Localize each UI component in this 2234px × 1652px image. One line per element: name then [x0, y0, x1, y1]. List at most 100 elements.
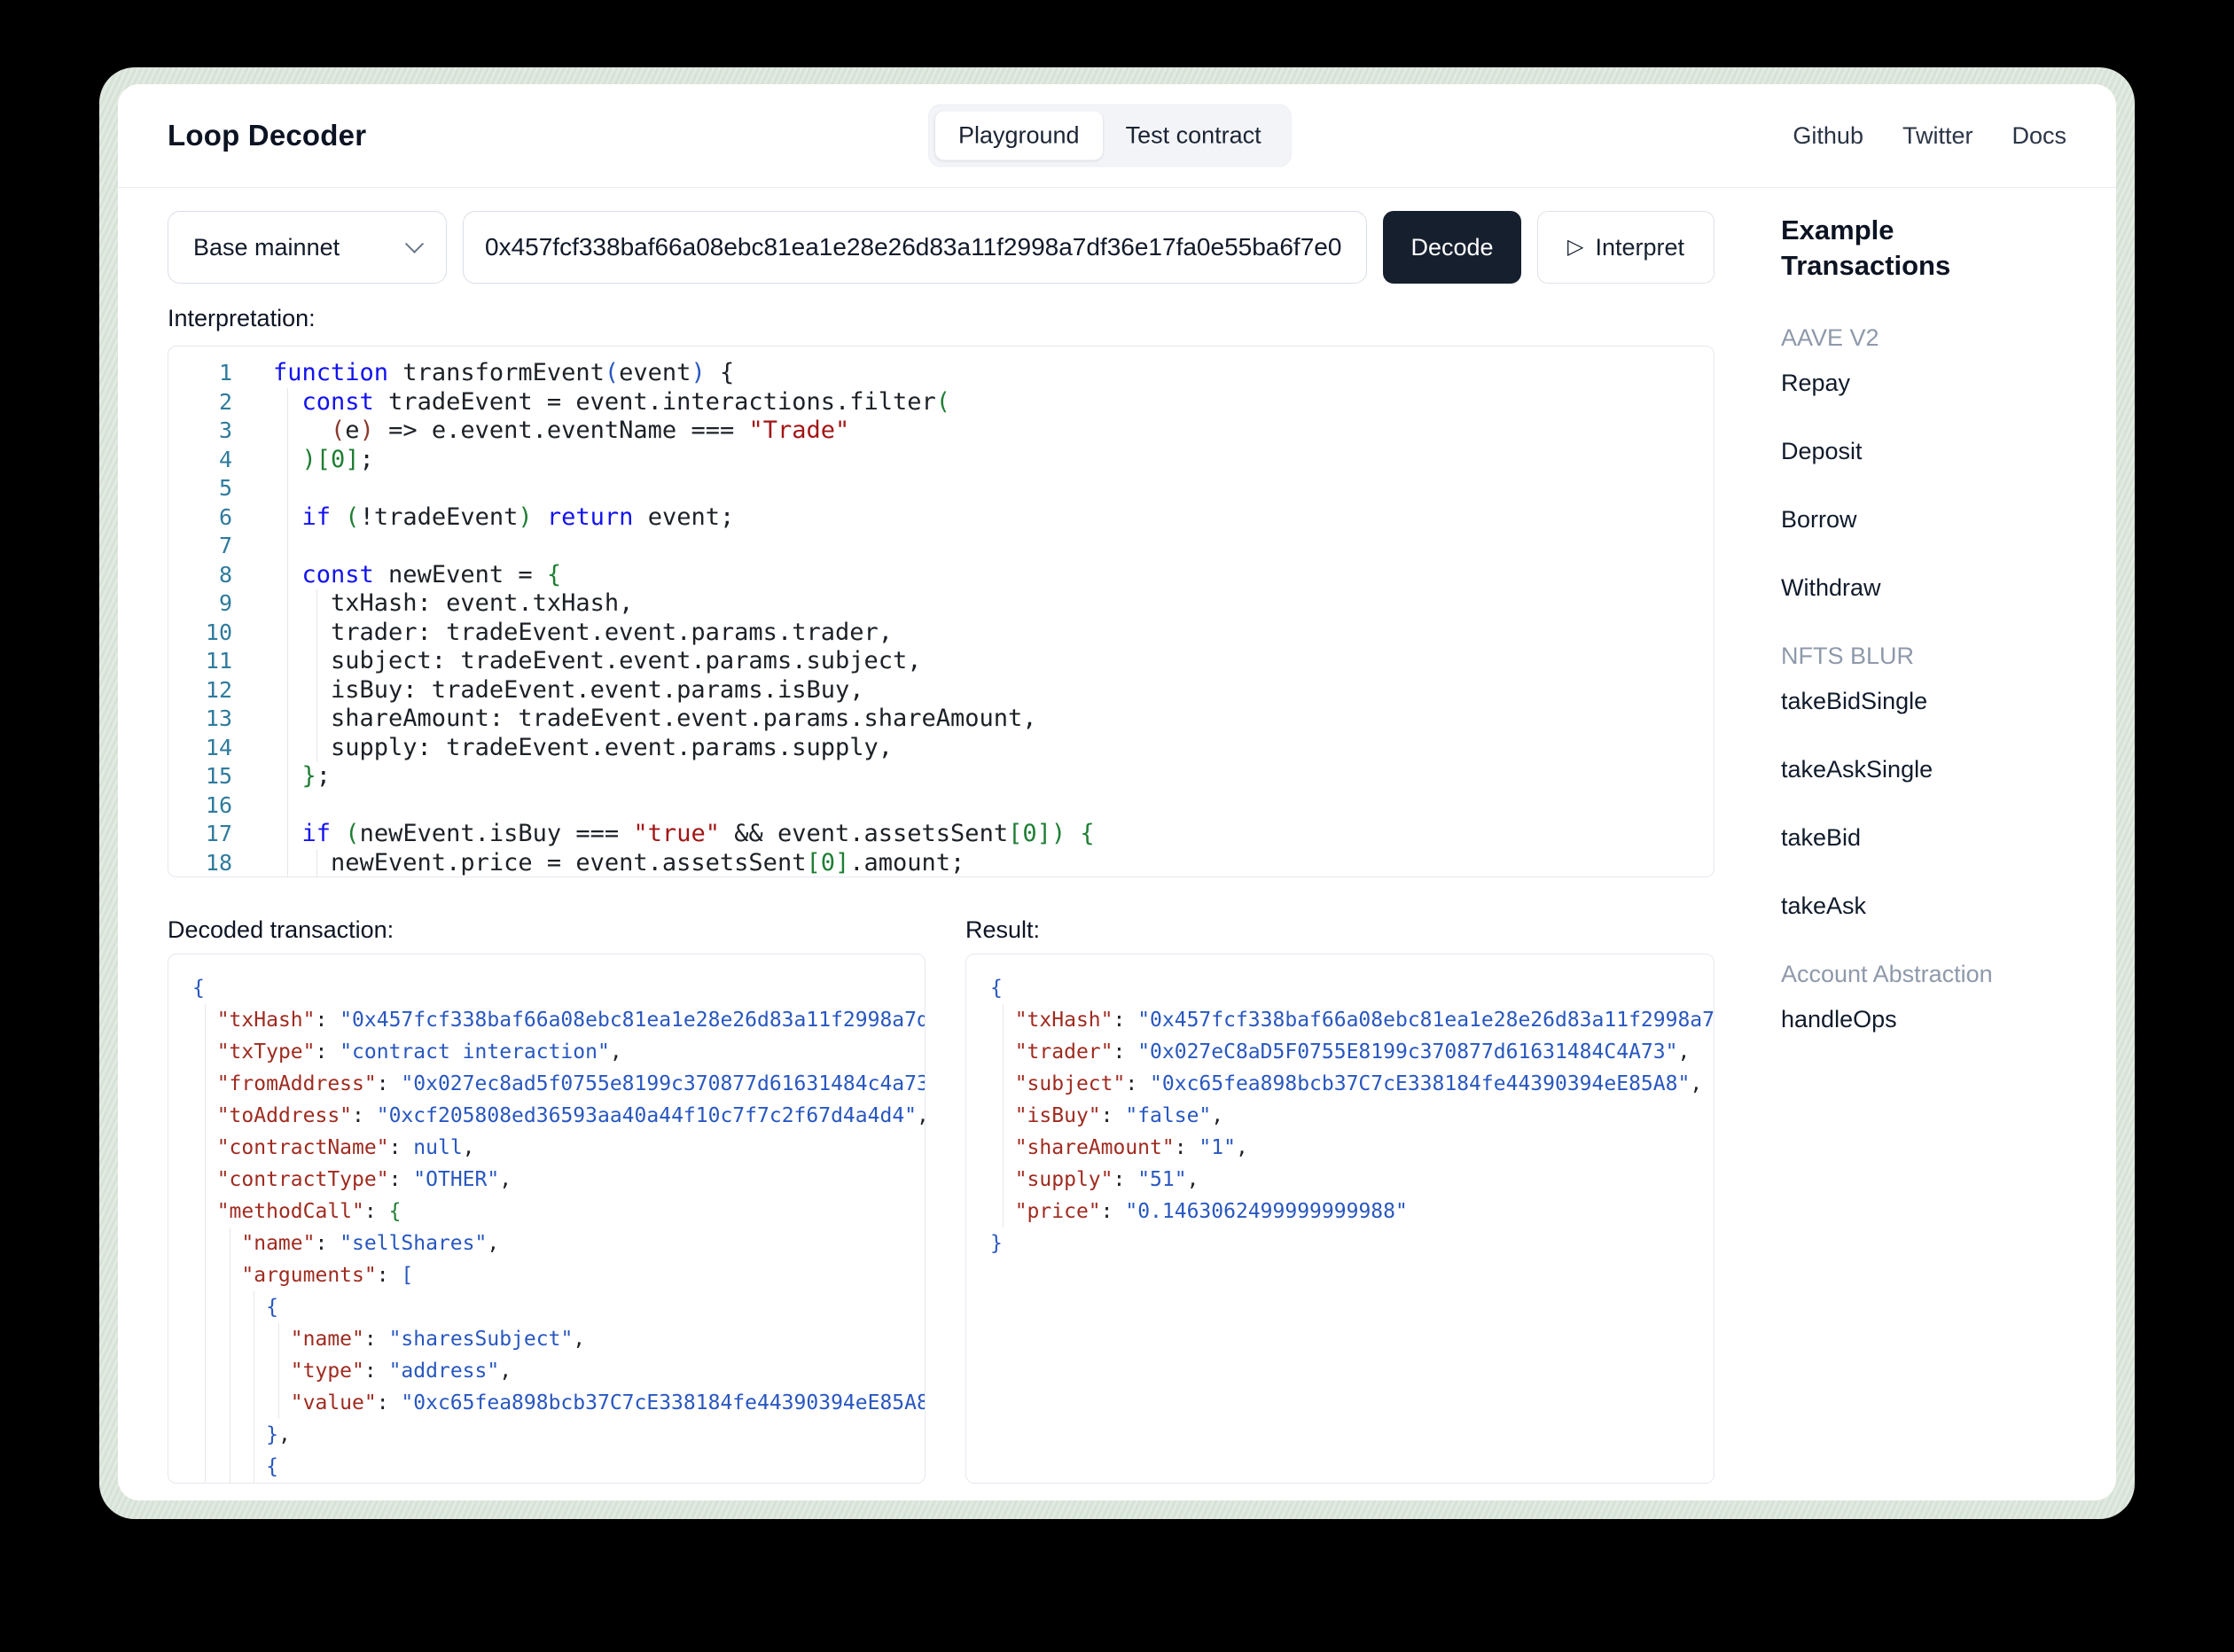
json-line: "name": "amount", — [192, 1483, 925, 1484]
code-line: 8 const newEvent = { — [168, 561, 1714, 590]
code-line: 7 — [168, 532, 1714, 561]
mode-tabs: PlaygroundTest contract — [928, 105, 1292, 168]
line-number: 15 — [168, 762, 232, 791]
json-line: "txType": "contract interaction", — [192, 1036, 925, 1068]
indent-guide — [1003, 1004, 1004, 1036]
indent-guide — [1003, 1100, 1004, 1132]
line-number: 8 — [168, 561, 232, 590]
line-number: 10 — [168, 619, 232, 648]
json-line: { — [192, 1291, 925, 1323]
indent-guide — [316, 676, 317, 705]
json-line: "txHash": "0x457fcf338baf66a08ebc81ea1e2… — [990, 1004, 1714, 1036]
code-line: 16 — [168, 791, 1714, 821]
json-line: "name": "sharesSubject", — [192, 1323, 925, 1355]
json-line: "methodCall": { — [192, 1196, 925, 1227]
example-tx-takebidsingle[interactable]: takeBidSingle — [1781, 688, 2065, 715]
example-tx-borrow[interactable]: Borrow — [1781, 506, 2065, 534]
indent-guide — [287, 561, 288, 590]
interpret-button[interactable]: ▷ Interpret — [1537, 211, 1715, 284]
indent-guide — [278, 1387, 279, 1419]
line-number: 3 — [168, 417, 232, 446]
line-number: 7 — [168, 532, 232, 561]
window-frame: Loop Decoder PlaygroundTest contract Git… — [99, 67, 2135, 1519]
indent-guide — [205, 1483, 206, 1484]
indent-guide — [278, 1355, 279, 1387]
indent-guide — [316, 705, 317, 734]
indent-guide — [205, 1132, 206, 1164]
result-label: Result: — [965, 916, 1715, 947]
content-area: Base mainnet Decode ▷ Interpret Interpre… — [118, 188, 2116, 1500]
example-tx-handleops[interactable]: handleOps — [1781, 1006, 2065, 1033]
examples-section-heading: NFTS BLUR — [1781, 643, 2065, 670]
indent-guide — [287, 388, 288, 417]
indent-guide — [205, 1451, 206, 1483]
decode-button[interactable]: Decode — [1383, 211, 1521, 284]
example-tx-withdraw[interactable]: Withdraw — [1781, 574, 2065, 602]
tab-playground[interactable]: Playground — [935, 112, 1103, 160]
code-line: 11 subject: tradeEvent.event.params.subj… — [168, 647, 1714, 676]
json-line: "shareAmount": "1", — [990, 1132, 1714, 1164]
example-tx-takeask[interactable]: takeAsk — [1781, 892, 2065, 920]
json-line: "isBuy": "false", — [990, 1100, 1714, 1132]
code-line: 12 isBuy: tradeEvent.event.params.isBuy, — [168, 676, 1714, 705]
indent-guide — [205, 1004, 206, 1036]
indent-guide — [287, 676, 288, 705]
indent-guide — [205, 1036, 206, 1068]
indent-guide — [316, 849, 317, 878]
indent-guide — [287, 446, 288, 475]
interpret-label: Interpret — [1595, 234, 1684, 261]
code-editor[interactable]: 1function transformEvent(event) {2 const… — [168, 346, 1715, 877]
indent-guide — [316, 647, 317, 676]
indent-guide — [205, 1355, 206, 1387]
tab-test-contract[interactable]: Test contract — [1103, 112, 1285, 160]
code-line: 15 }; — [168, 762, 1714, 791]
indent-guide — [287, 849, 288, 878]
line-number: 18 — [168, 849, 232, 878]
indent-guide — [205, 1068, 206, 1100]
code-line: 13 shareAmount: tradeEvent.event.params.… — [168, 705, 1714, 734]
line-number: 11 — [168, 647, 232, 676]
json-line: { — [990, 972, 1714, 1004]
network-select-value: Base mainnet — [193, 234, 340, 261]
app-header: Loop Decoder PlaygroundTest contract Git… — [118, 84, 2116, 188]
json-line: "value": "0xc65fea898bcb37C7cE338184fe44… — [192, 1387, 925, 1419]
indent-guide — [287, 619, 288, 648]
indent-guide — [316, 589, 317, 619]
indent-guide — [1003, 1164, 1004, 1196]
indent-guide — [287, 647, 288, 676]
json-line: "contractName": null, — [192, 1132, 925, 1164]
indent-guide — [287, 503, 288, 533]
json-line: "name": "sellShares", — [192, 1227, 925, 1259]
json-line: "arguments": [ — [192, 1259, 925, 1291]
output-panels: Decoded transaction: { "txHash": "0x457f… — [168, 916, 1715, 1484]
line-number: 1 — [168, 359, 232, 388]
nav-link-docs[interactable]: Docs — [2011, 122, 2066, 150]
json-line: { — [192, 1451, 925, 1483]
result-json-viewer[interactable]: { "txHash": "0x457fcf338baf66a08ebc81ea1… — [965, 954, 1715, 1484]
example-tx-deposit[interactable]: Deposit — [1781, 438, 2065, 465]
nav-link-twitter[interactable]: Twitter — [1902, 122, 1973, 150]
indent-guide — [316, 734, 317, 763]
indent-guide — [1003, 1036, 1004, 1068]
example-tx-repay[interactable]: Repay — [1781, 370, 2065, 397]
example-tx-takebid[interactable]: takeBid — [1781, 824, 2065, 852]
example-tx-takeasksingle[interactable]: takeAskSingle — [1781, 756, 2065, 783]
header-nav: Github Twitter Docs — [1793, 122, 2066, 150]
tx-hash-input[interactable] — [463, 211, 1367, 284]
examples-section-heading: Account Abstraction — [1781, 961, 2065, 988]
indent-guide — [1003, 1196, 1004, 1227]
json-line: "type": "address", — [192, 1355, 925, 1387]
play-icon: ▷ — [1567, 237, 1583, 258]
network-select[interactable]: Base mainnet — [168, 211, 447, 284]
code-line: 5 — [168, 474, 1714, 503]
code-line: 9 txHash: event.txHash, — [168, 589, 1714, 619]
code-line: 2 const tradeEvent = event.interactions.… — [168, 388, 1714, 417]
main-column: Base mainnet Decode ▷ Interpret Interpre… — [168, 211, 1715, 1500]
indent-guide — [287, 417, 288, 446]
nav-link-github[interactable]: Github — [1793, 122, 1863, 150]
indent-guide — [205, 1323, 206, 1355]
line-number: 6 — [168, 503, 232, 533]
indent-guide — [205, 1100, 206, 1132]
indent-guide — [205, 1419, 206, 1451]
decoded-json-viewer[interactable]: { "txHash": "0x457fcf338baf66a08ebc81ea1… — [168, 954, 926, 1484]
